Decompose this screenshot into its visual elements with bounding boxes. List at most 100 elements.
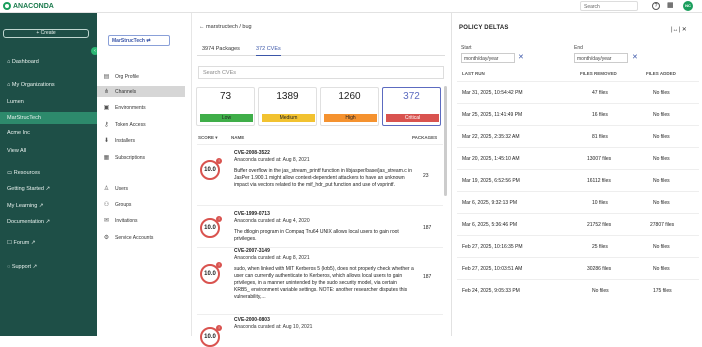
severity-count: 372 xyxy=(403,91,420,102)
policy-row[interactable]: Mar 20, 2025, 1:45:10 AM 13007 files No fi… xyxy=(457,147,699,169)
org-nav-invitations[interactable]: ✉ Invitations xyxy=(97,215,185,226)
column-header-score[interactable]: SCORE ▾ xyxy=(198,135,218,141)
swap-icon: ⇄ xyxy=(146,38,151,44)
severity-card-low[interactable]: 73 Low xyxy=(196,87,255,126)
severity-count: 1389 xyxy=(276,91,299,102)
column-header-name[interactable]: NAME xyxy=(231,135,244,140)
tab-cves[interactable]: 372 CVEs xyxy=(256,46,281,56)
policy-row[interactable]: Mar 6, 2025, 5:36:46 PM 21752 files 27807 … xyxy=(457,213,699,235)
cve-row[interactable]: 10.0 ! CVE-2007-3149 Anaconda curated at… xyxy=(197,247,443,312)
last-run: Mar 31, 2025, 10:54:42 PM xyxy=(462,90,523,96)
sidebar-item-dashboard[interactable]: ⌂ Dashboard xyxy=(0,59,39,65)
sidebar-item-acme-inc[interactable]: Acme Inc xyxy=(0,130,30,136)
cve-list-scrollbar[interactable] xyxy=(444,86,447,196)
critical-alert-icon: ! xyxy=(216,262,222,268)
close-icon[interactable]: ✕ xyxy=(682,27,687,33)
cve-row[interactable]: 10.0 ! CVE-1999-0713 Anaconda curated at… xyxy=(197,205,443,246)
global-search-input[interactable]: Search xyxy=(580,1,638,11)
create-button[interactable]: + Create xyxy=(3,29,89,38)
sidebar-item-documentation[interactable]: Documentation ↗ xyxy=(0,219,50,225)
help-icon[interactable]: ? xyxy=(652,2,660,10)
sidebar-item-label: MarStrucTech xyxy=(7,115,41,121)
installer-icon: ⬇ xyxy=(103,138,110,144)
apps-grid-icon[interactable]: ▦ xyxy=(667,2,674,10)
back-arrow-icon[interactable]: ← xyxy=(199,24,205,30)
start-date-input[interactable]: month/day/year xyxy=(461,53,515,63)
column-header-files-added: FILES ADDED xyxy=(646,71,676,76)
sidebar-item-getting-started[interactable]: Getting Started ↗ xyxy=(0,186,50,192)
org-switcher-button[interactable]: MarStrucTech ⇄ xyxy=(108,35,170,46)
files-added: No files xyxy=(653,244,670,250)
policy-row[interactable]: Mar 31, 2025, 10:54:42 PM 47 files No file… xyxy=(457,81,699,103)
org-nav-groups[interactable]: ⚇ Groups xyxy=(97,199,185,210)
external-link-icon: ↗ xyxy=(30,240,36,246)
sidebar-item-resources[interactable]: ▭ Resources xyxy=(0,170,40,176)
anaconda-logo[interactable]: ANACONDA xyxy=(3,2,54,10)
org-nav-channels[interactable]: ⋔ Channels xyxy=(97,86,185,97)
policy-row[interactable]: Mar 25, 2025, 11:41:49 PM 16 files No file… xyxy=(457,103,699,125)
policy-row[interactable]: Mar 6, 2025, 9:32:13 PM 10 files No files xyxy=(457,191,699,213)
policy-row[interactable]: Mar 19, 2025, 6:52:56 PM 16112 files No fi… xyxy=(457,169,699,191)
files-added: No files xyxy=(653,266,670,272)
org-nav-token-access[interactable]: ⚷ Token Access xyxy=(97,119,185,130)
org-nav-org-profile[interactable]: ▤ Org Profile xyxy=(97,71,185,82)
start-date-label: Start xyxy=(461,45,472,51)
users-icon: ♙ xyxy=(103,186,110,192)
cve-search-input[interactable]: Search CVEs xyxy=(198,66,444,79)
policy-row[interactable]: Feb 27, 2025, 10:16:35 PM 25 files No file… xyxy=(457,235,699,257)
policy-row[interactable]: Feb 27, 2025, 10:03:51 AM 30286 files No f… xyxy=(457,257,699,279)
sidebar-item-my-organizations[interactable]: ⌂ My Organizations xyxy=(0,82,55,88)
org-nav-installers[interactable]: ⬇ Installers xyxy=(97,135,185,146)
org-nav-environments[interactable]: ▣ Environments xyxy=(97,102,185,113)
cve-id[interactable]: CVE-2007-3149 xyxy=(234,248,270,254)
org-nav-users[interactable]: ♙ Users xyxy=(97,183,185,194)
column-header-packages[interactable]: PACKAGES xyxy=(412,135,437,140)
groups-icon: ⚇ xyxy=(103,202,110,208)
critical-alert-icon: ! xyxy=(216,158,222,164)
environments-icon: ▣ xyxy=(103,105,110,111)
policy-row[interactable]: Feb 24, 2025, 9:05:33 PM No files 175 file… xyxy=(457,279,699,301)
cve-id[interactable]: CVE-2008-3522 xyxy=(234,150,270,156)
severity-card-medium[interactable]: 1389 Medium xyxy=(258,87,317,126)
cve-id[interactable]: CVE-1999-0713 xyxy=(234,211,270,217)
cve-description: Buffer overflow in the jas_stream_printf… xyxy=(234,168,413,188)
sidebar-item-lumen[interactable]: Lumen xyxy=(0,99,24,105)
sidebar-item-view-all[interactable]: View All xyxy=(0,148,26,154)
cve-description: sudo, when linked with MIT Kerberos 5 (k… xyxy=(234,266,414,300)
service-account-icon: ⚙ xyxy=(103,235,110,241)
sidebar-item-my-learning[interactable]: My Learning ↗ xyxy=(0,203,43,209)
cve-id[interactable]: CVE-2000-0803 xyxy=(234,317,270,323)
org-nav-subscriptions[interactable]: ▦ Subscriptions xyxy=(97,152,185,163)
org-nav-label: Service Accounts xyxy=(115,234,154,241)
org-nav-panel: MarStrucTech ⇄ ▤ Org Profile ⋔ Channels ▣ E… xyxy=(97,13,192,336)
cve-row[interactable]: 10.0 ! CVE-2000-0803 Anaconda curated at… xyxy=(197,314,443,347)
expand-icon[interactable]: |↔| xyxy=(671,27,680,33)
clear-start-date-icon[interactable]: ✕ xyxy=(518,53,524,61)
sidebar-item-support[interactable]: ◌ Support ↗ xyxy=(0,264,37,270)
sidebar-item-label: View All xyxy=(7,148,27,154)
files-removed: 47 files xyxy=(592,90,608,96)
org-nav-service-accounts[interactable]: ⚙ Service Accounts xyxy=(97,232,185,243)
org-nav-label: Invitations xyxy=(115,217,138,224)
tab-packages[interactable]: 3974 Packages xyxy=(202,46,240,52)
org-nav-label: Groups xyxy=(115,201,132,208)
files-removed: 25 files xyxy=(592,244,608,250)
column-header-files-removed: FILES REMOVED xyxy=(580,71,617,76)
sidebar-item-label: Lumen xyxy=(7,99,24,105)
policy-row[interactable]: Mar 22, 2025, 2:35:32 AM 81 files No files xyxy=(457,125,699,147)
anaconda-logo-icon xyxy=(3,2,11,10)
last-run: Mar 20, 2025, 1:45:10 AM xyxy=(462,156,520,162)
severity-card-high[interactable]: 1260 High xyxy=(320,87,379,126)
severity-label: Low xyxy=(200,114,253,122)
sidebar-item-marstructech[interactable]: MarStrucTech xyxy=(0,112,97,124)
channels-icon: ⋔ xyxy=(103,89,110,95)
sidebar-item-forum[interactable]: ☐ Forum ↗ xyxy=(0,240,36,246)
last-run: Feb 27, 2025, 10:03:51 AM xyxy=(462,266,523,272)
end-date-input[interactable]: month/day/year xyxy=(574,53,628,63)
severity-card-critical[interactable]: 372 Critical xyxy=(382,87,441,126)
files-removed: 10 files xyxy=(592,200,608,206)
user-avatar[interactable]: NC xyxy=(683,1,693,11)
clear-end-date-icon[interactable]: ✕ xyxy=(632,53,638,61)
cve-curated-date: Anaconda curated at: Aug 4, 2020 xyxy=(234,218,310,224)
cve-row[interactable]: 10.0 ! CVE-2008-3522 Anaconda curated at… xyxy=(197,144,443,204)
